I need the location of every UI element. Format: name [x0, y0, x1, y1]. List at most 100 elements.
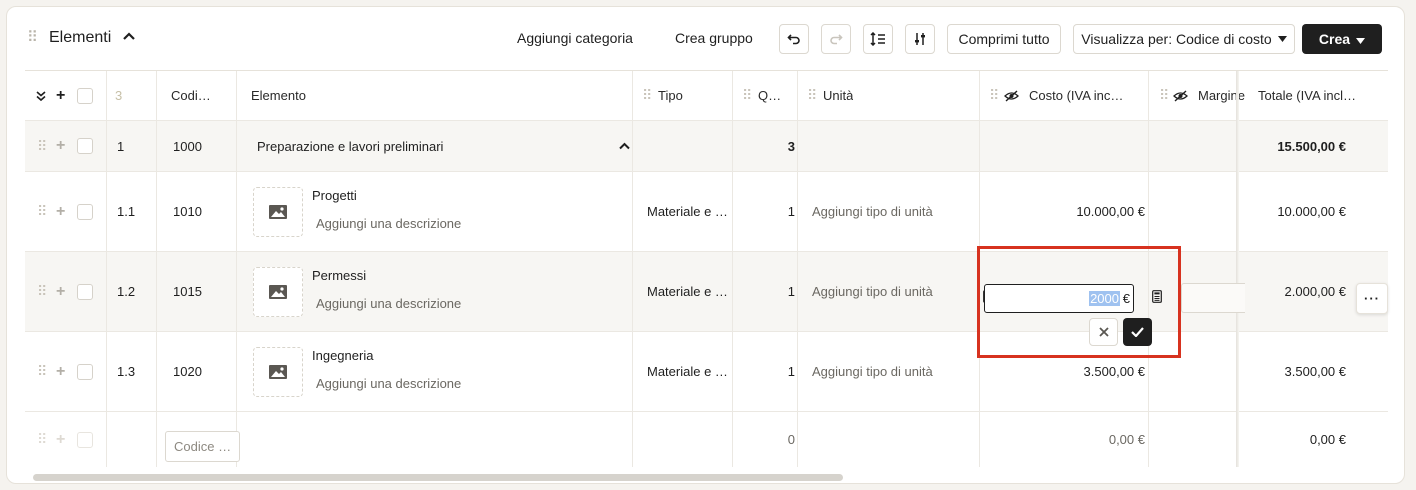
column-header-quantity[interactable]: Q… [758, 71, 781, 120]
horizontal-scrollbar[interactable] [33, 474, 843, 481]
undo-button[interactable] [779, 24, 809, 54]
row-number: 1 [117, 138, 125, 154]
column-header-number: 3 [115, 88, 123, 103]
column-header-code[interactable]: Codi… [171, 71, 211, 120]
element-name[interactable]: Ingegneria [312, 348, 373, 363]
drag-handle-icon[interactable]: ⠿ [37, 121, 46, 171]
element-cost[interactable]: 10.000,00 € [1025, 172, 1145, 251]
undo-icon [787, 34, 800, 45]
chevron-up-icon[interactable] [123, 32, 135, 44]
row-checkbox[interactable] [77, 252, 93, 331]
table-row[interactable]: ⠿ + 1.3 1020 Ingegneria Aggiungi una des… [25, 332, 1388, 412]
new-row-quantity: 0 [787, 432, 795, 447]
elements-panel: ⠿ Elementi Aggiungi categoria Crea grupp… [6, 6, 1405, 484]
row-number: 1.1 [117, 204, 136, 219]
cost-code[interactable]: 1010 [173, 172, 202, 251]
reorder-button[interactable] [863, 24, 893, 54]
element-quantity[interactable]: 1 [738, 332, 795, 411]
add-row-icon[interactable]: + [56, 71, 65, 120]
element-quantity[interactable]: 1 [738, 252, 795, 331]
element-total: 10.000,00 € [1277, 204, 1346, 219]
element-description[interactable]: Aggiungi una descrizione [316, 216, 461, 231]
add-row-icon[interactable]: + [56, 332, 65, 411]
row-checkbox[interactable] [77, 332, 93, 411]
element-type[interactable]: Materiale e … [647, 172, 728, 251]
add-row-icon[interactable]: + [56, 121, 65, 171]
collapse-all-button[interactable]: Comprimi tutto [947, 24, 1061, 54]
table-header: + 3 Codi… Elemento ⠿ Tipo ⠿ Q… ⠿ Unità ⠿… [25, 71, 1388, 121]
redo-button[interactable] [821, 24, 851, 54]
unit-placeholder[interactable]: Aggiungi tipo di unità [812, 172, 933, 251]
element-total: 3.500,00 € [1284, 364, 1346, 379]
column-header-total[interactable]: Totale (IVA incl… [1258, 71, 1356, 120]
element-total: 2.000,00 € [1284, 284, 1346, 299]
add-row-icon[interactable]: + [56, 252, 65, 331]
eye-off-icon[interactable] [1004, 71, 1019, 120]
image-placeholder[interactable] [253, 332, 303, 411]
create-button[interactable]: Crea [1302, 24, 1382, 54]
element-type[interactable]: Materiale e … [647, 252, 728, 331]
column-settings-button[interactable] [905, 24, 935, 54]
add-row-icon: + [56, 430, 66, 448]
element-type[interactable]: Materiale e … [647, 332, 728, 411]
column-header-unit[interactable]: Unità [823, 71, 853, 120]
column-header-type[interactable]: Tipo [658, 71, 683, 120]
drag-handle-icon: ⠿ [37, 431, 47, 447]
create-group-button[interactable]: Crea gruppo [675, 30, 753, 46]
drag-handle-icon[interactable]: ⠿ [27, 30, 38, 45]
sliders-icon [915, 33, 925, 45]
table-row[interactable]: ⠿ + 1.1 1010 Progetti Aggiungi una descr… [25, 172, 1388, 252]
unit-placeholder[interactable]: Aggiungi tipo di unità [812, 252, 933, 331]
select-all-checkbox[interactable] [77, 71, 93, 120]
column-header-cost[interactable]: Costo (IVA inc… [1029, 71, 1123, 120]
drag-handle-icon[interactable]: ⠿ [742, 71, 751, 120]
sort-lines-icon [870, 32, 885, 46]
drag-handle-icon[interactable]: ⠿ [642, 71, 651, 120]
drag-handle-icon[interactable]: ⠿ [989, 71, 998, 120]
drag-handle-icon[interactable]: ⠿ [37, 252, 46, 331]
unit-placeholder[interactable]: Aggiungi tipo di unità [812, 332, 933, 411]
elements-table: + 3 Codi… Elemento ⠿ Tipo ⠿ Q… ⠿ Unità ⠿… [25, 70, 1388, 470]
element-name[interactable]: Progetti [312, 188, 357, 203]
cost-code[interactable]: 1020 [173, 332, 202, 411]
drag-handle-icon[interactable]: ⠿ [1159, 71, 1168, 120]
group-total: 15.500,00 € [1277, 138, 1346, 154]
element-description[interactable]: Aggiungi una descrizione [316, 376, 461, 391]
column-header-element[interactable]: Elemento [251, 71, 306, 120]
group-quantity: 3 [787, 138, 795, 154]
panel-title: Elementi [49, 29, 112, 46]
group-name[interactable]: Preparazione e lavori preliminari [257, 121, 443, 171]
new-row-total: 0,00 € [1309, 432, 1346, 447]
caret-down-icon [1277, 36, 1287, 42]
group-row[interactable]: ⠿ + 1 1000 Preparazione e lavori prelimi… [25, 121, 1388, 172]
image-placeholder[interactable] [253, 252, 303, 331]
row-checkbox[interactable] [77, 121, 93, 171]
view-by-select[interactable]: Visualizza per: Codice di costo [1073, 24, 1295, 54]
eye-off-icon[interactable] [1173, 71, 1188, 120]
new-row-code-input[interactable]: Codice … [165, 431, 240, 462]
element-quantity[interactable]: 1 [738, 172, 795, 251]
redo-icon [830, 34, 843, 45]
image-icon [269, 204, 287, 219]
image-placeholder[interactable] [253, 172, 303, 251]
row-number: 1.3 [117, 364, 136, 379]
cost-code[interactable]: 1015 [173, 252, 202, 331]
expand-all-icon[interactable] [35, 71, 51, 120]
drag-handle-icon[interactable]: ⠿ [807, 71, 816, 120]
view-by-label: Visualizza per: Codice di costo [1081, 31, 1272, 47]
more-options-button[interactable]: ··· [1356, 283, 1388, 314]
add-row-icon[interactable]: + [56, 172, 65, 251]
add-category-button[interactable]: Aggiungi categoria [517, 30, 633, 46]
drag-handle-icon[interactable]: ⠿ [37, 332, 46, 411]
element-name[interactable]: Permessi [312, 268, 366, 283]
row-checkbox [77, 412, 93, 467]
row-checkbox[interactable] [77, 172, 93, 251]
margin-input[interactable] [1181, 283, 1245, 313]
panel-header: ⠿ Elementi Aggiungi categoria Crea grupp… [7, 7, 1404, 69]
chevron-up-icon[interactable] [619, 121, 630, 171]
row-number: 1.2 [117, 284, 136, 299]
drag-handle-icon[interactable]: ⠿ [37, 172, 46, 251]
cost-code[interactable]: 1000 [173, 121, 202, 171]
element-description[interactable]: Aggiungi una descrizione [316, 296, 461, 311]
create-label: Crea [1318, 31, 1351, 47]
